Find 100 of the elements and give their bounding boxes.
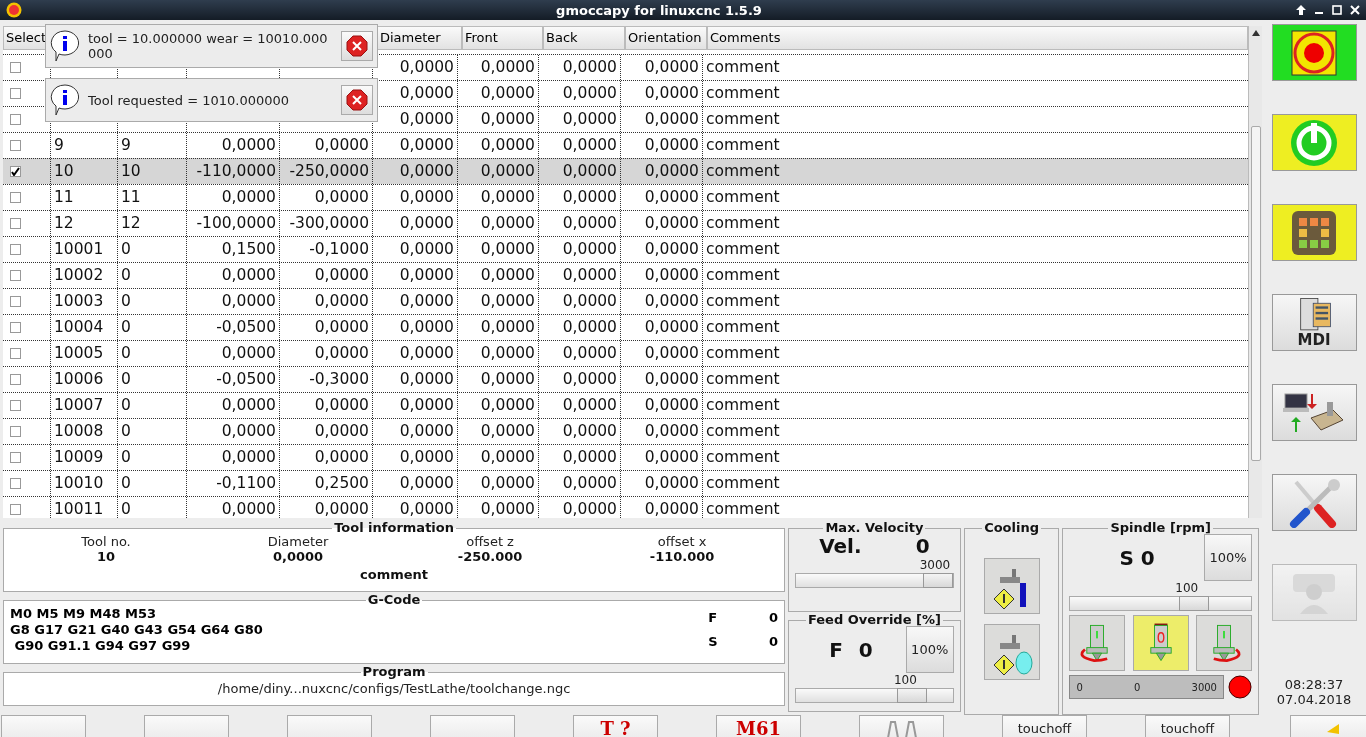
field-value: -250.000 bbox=[456, 549, 524, 564]
select-checkbox[interactable] bbox=[10, 348, 21, 359]
close-button[interactable] bbox=[341, 31, 373, 61]
field-label: Tool no. bbox=[80, 534, 132, 549]
panel-title: Tool information bbox=[333, 522, 455, 534]
up-arrow-icon[interactable] bbox=[1296, 5, 1306, 15]
table-row[interactable]: 10005 0 0,0000 0,0000 0,0000 0,0000 0,0000 0,0000 comment bbox=[3, 340, 1248, 366]
table-row[interactable]: 10001 0 0,1500 -0,1000 0,0000 0,0000 0,0000 0,0000 comment bbox=[3, 236, 1248, 262]
spindle-direction-button[interactable] bbox=[1132, 615, 1189, 671]
info-icon bbox=[50, 30, 80, 62]
field-value: 10 bbox=[95, 549, 117, 564]
close-button[interactable] bbox=[341, 85, 373, 115]
bar-max: 3000 bbox=[1191, 681, 1217, 693]
table-cell: 10011 bbox=[50, 497, 117, 518]
select-checkbox[interactable] bbox=[10, 452, 21, 463]
select-checkbox[interactable] bbox=[10, 400, 21, 411]
spindle-reset-button[interactable]: 100% bbox=[1204, 534, 1252, 581]
table-row[interactable]: 10009 0 0,0000 0,0000 0,0000 0,0000 0,0000 0,0000 comment bbox=[3, 444, 1248, 470]
column-header[interactable]: Back bbox=[543, 26, 625, 50]
scroll-up-icon[interactable] bbox=[1251, 30, 1260, 36]
auto-button[interactable] bbox=[1271, 384, 1357, 441]
slider-thumb[interactable] bbox=[897, 688, 928, 703]
command-button[interactable]: T ? bbox=[573, 715, 658, 737]
table-row[interactable]: 10006 0 -0,0500 -0,3000 0,0000 0,0000 0,0000 0,0000 comment bbox=[3, 366, 1248, 392]
table-row[interactable]: 10003 0 0,0000 0,0000 0,0000 0,0000 0,0000 0,0000 comment bbox=[3, 288, 1248, 314]
touchoff-button[interactable]: touchoff bbox=[1002, 715, 1087, 737]
table-row[interactable]: 10008 0 0,0000 0,0000 0,0000 0,0000 0,0000 0,0000 comment bbox=[3, 418, 1248, 444]
panel-title: Feed Override [%] bbox=[806, 614, 942, 626]
coolant-button[interactable] bbox=[983, 558, 1040, 614]
tool-button[interactable] bbox=[859, 715, 944, 737]
spindle-direction-button[interactable] bbox=[1069, 615, 1126, 671]
clock-date: 07.04.2018 bbox=[1276, 692, 1352, 707]
select-checkbox[interactable] bbox=[10, 244, 21, 255]
mdi-button[interactable]: MDI bbox=[1271, 294, 1357, 351]
select-checkbox[interactable] bbox=[10, 166, 21, 177]
table-row[interactable]: 10004 0 -0,0500 0,0000 0,0000 0,0000 0,0000 0,0000 comment bbox=[3, 314, 1248, 340]
slider[interactable] bbox=[1069, 596, 1252, 611]
jog-button[interactable] bbox=[1271, 204, 1357, 261]
feed-reset-button[interactable]: 100% bbox=[905, 626, 954, 673]
table-row[interactable]: 10011 0 0,0000 0,0000 0,0000 0,0000 0,0000 0,0000 comment bbox=[3, 496, 1248, 518]
program-path: /home/diny...nuxcnc/configs/TestLathe/toolchange.ngc bbox=[217, 681, 571, 696]
select-checkbox[interactable] bbox=[10, 426, 21, 437]
command-button[interactable]: M61 bbox=[716, 715, 801, 737]
power-icon bbox=[1290, 118, 1338, 167]
table-row[interactable]: 10002 0 0,0000 0,0000 0,0000 0,0000 0,0000 0,0000 comment bbox=[3, 262, 1248, 288]
velocity-label: Vel. bbox=[819, 534, 862, 558]
close-icon[interactable] bbox=[1350, 5, 1360, 15]
table-row[interactable]: 11 11 0,0000 0,0000 0,0000 0,0000 0,0000 0,0000 comment bbox=[3, 184, 1248, 210]
slider[interactable] bbox=[795, 573, 954, 588]
scrollbar[interactable] bbox=[1248, 26, 1262, 518]
select-checkbox[interactable] bbox=[10, 192, 21, 203]
table-row[interactable]: 10007 0 0,0000 0,0000 0,0000 0,0000 0,0000 0,0000 comment bbox=[3, 392, 1248, 418]
settings-button[interactable] bbox=[1271, 474, 1357, 531]
column-header[interactable]: Diameter bbox=[377, 26, 462, 50]
select-checkbox[interactable] bbox=[10, 88, 21, 99]
slider-thumb[interactable] bbox=[1178, 596, 1209, 611]
column-header[interactable]: Orientation bbox=[625, 26, 707, 50]
jog-arrows-icon bbox=[1291, 209, 1337, 256]
table-row[interactable]: 10 10 -110,0000 -250,0000 0,0000 0,0000 0,0000 0,0000 comment bbox=[3, 158, 1248, 184]
slider-thumb[interactable] bbox=[922, 573, 953, 588]
panel-title: G-Code bbox=[366, 594, 422, 606]
table-row[interactable]: 9 9 0,0000 0,0000 0,0000 0,0000 0,0000 0,0000 comment bbox=[3, 132, 1248, 158]
select-checkbox[interactable] bbox=[10, 140, 21, 151]
velocity-value: 0 bbox=[915, 534, 930, 558]
slider-value: 100 bbox=[894, 673, 917, 687]
gcode-line: G90 G91.1 G94 G97 G99 bbox=[13, 638, 192, 654]
column-header[interactable]: Comments bbox=[707, 26, 1248, 50]
table-cell: 0,0000 bbox=[279, 497, 372, 518]
power-button[interactable] bbox=[1271, 114, 1357, 171]
feed-value: 0 bbox=[858, 637, 873, 662]
select-checkbox[interactable] bbox=[10, 504, 21, 515]
column-header[interactable]: Front bbox=[462, 26, 543, 50]
emergency-stop-icon bbox=[1291, 29, 1337, 76]
touchoff-button[interactable]: touchoff bbox=[1145, 715, 1230, 737]
gcode-line: M0 M5 M9 M48 M53 bbox=[10, 606, 158, 622]
estop-button[interactable] bbox=[1271, 24, 1357, 81]
maximize-icon[interactable] bbox=[1332, 5, 1342, 15]
blank-button[interactable] bbox=[144, 715, 229, 737]
select-checkbox[interactable] bbox=[10, 62, 21, 73]
select-checkbox[interactable] bbox=[10, 322, 21, 333]
select-checkbox[interactable] bbox=[10, 296, 21, 307]
spindle-direction-button[interactable] bbox=[1196, 615, 1252, 671]
slider[interactable] bbox=[795, 688, 954, 703]
table-cell: 0 bbox=[117, 497, 186, 518]
blank-button[interactable] bbox=[287, 715, 372, 737]
blank-button[interactable] bbox=[1, 715, 86, 737]
table-row[interactable]: 10010 0 -0,1100 0,2500 0,0000 0,0000 0,0000 0,0000 comment bbox=[3, 470, 1248, 496]
feed-label: F bbox=[829, 637, 843, 662]
panel-title: Spindle [rpm] bbox=[1109, 522, 1213, 534]
select-checkbox[interactable] bbox=[10, 478, 21, 489]
select-checkbox[interactable] bbox=[10, 218, 21, 229]
select-checkbox[interactable] bbox=[10, 374, 21, 385]
panel-title: Program bbox=[361, 666, 427, 678]
blank-button[interactable] bbox=[430, 715, 515, 737]
table-cell: 0,0000 bbox=[538, 497, 620, 518]
field-label: offset z bbox=[465, 534, 515, 549]
table-row[interactable]: 12 12 -100,0000 -300,0000 0,0000 0,0000 0,0000 0,0000 comment bbox=[3, 210, 1248, 236]
table-cell: 0,0000 bbox=[372, 497, 457, 518]
select-checkbox[interactable] bbox=[10, 114, 21, 125]
select-checkbox[interactable] bbox=[10, 270, 21, 281]
